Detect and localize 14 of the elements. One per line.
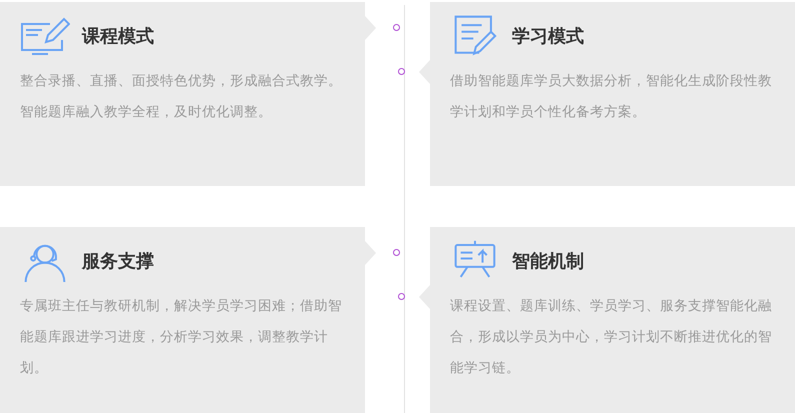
- monitor-pencil-icon: [20, 15, 70, 57]
- card-title: 课程模式: [82, 25, 154, 48]
- card-text: 借助智能题库学员大数据分析，智能化生成阶段性教学计划和学员个性化备考方案。: [450, 72, 773, 122]
- timeline-dot: [398, 68, 405, 75]
- card-text: 智能题库融入教学全程，及时优化调整。: [20, 103, 273, 122]
- timeline-dot: [393, 249, 400, 256]
- card-title: 学习模式: [512, 25, 584, 48]
- card-text: 专属班主任与教研机制，解决学员学习困难；借助智能题库跟进学习进度，分析学习效果，调整教学计划。: [20, 297, 343, 378]
- timeline-dot: [393, 24, 400, 31]
- card-title: 服务支撑: [82, 250, 154, 273]
- card-title: 智能机制: [512, 250, 584, 273]
- card-text: 课程设置、题库训练、学员学习、服务支撑智能化融合，形成以学员为中心，学习计划不断推进优化的智能学习链。: [450, 297, 773, 378]
- timeline-dot: [398, 293, 405, 300]
- card-text: 整合录播、直播、面授特色优势，形成融合式教学。: [20, 72, 343, 91]
